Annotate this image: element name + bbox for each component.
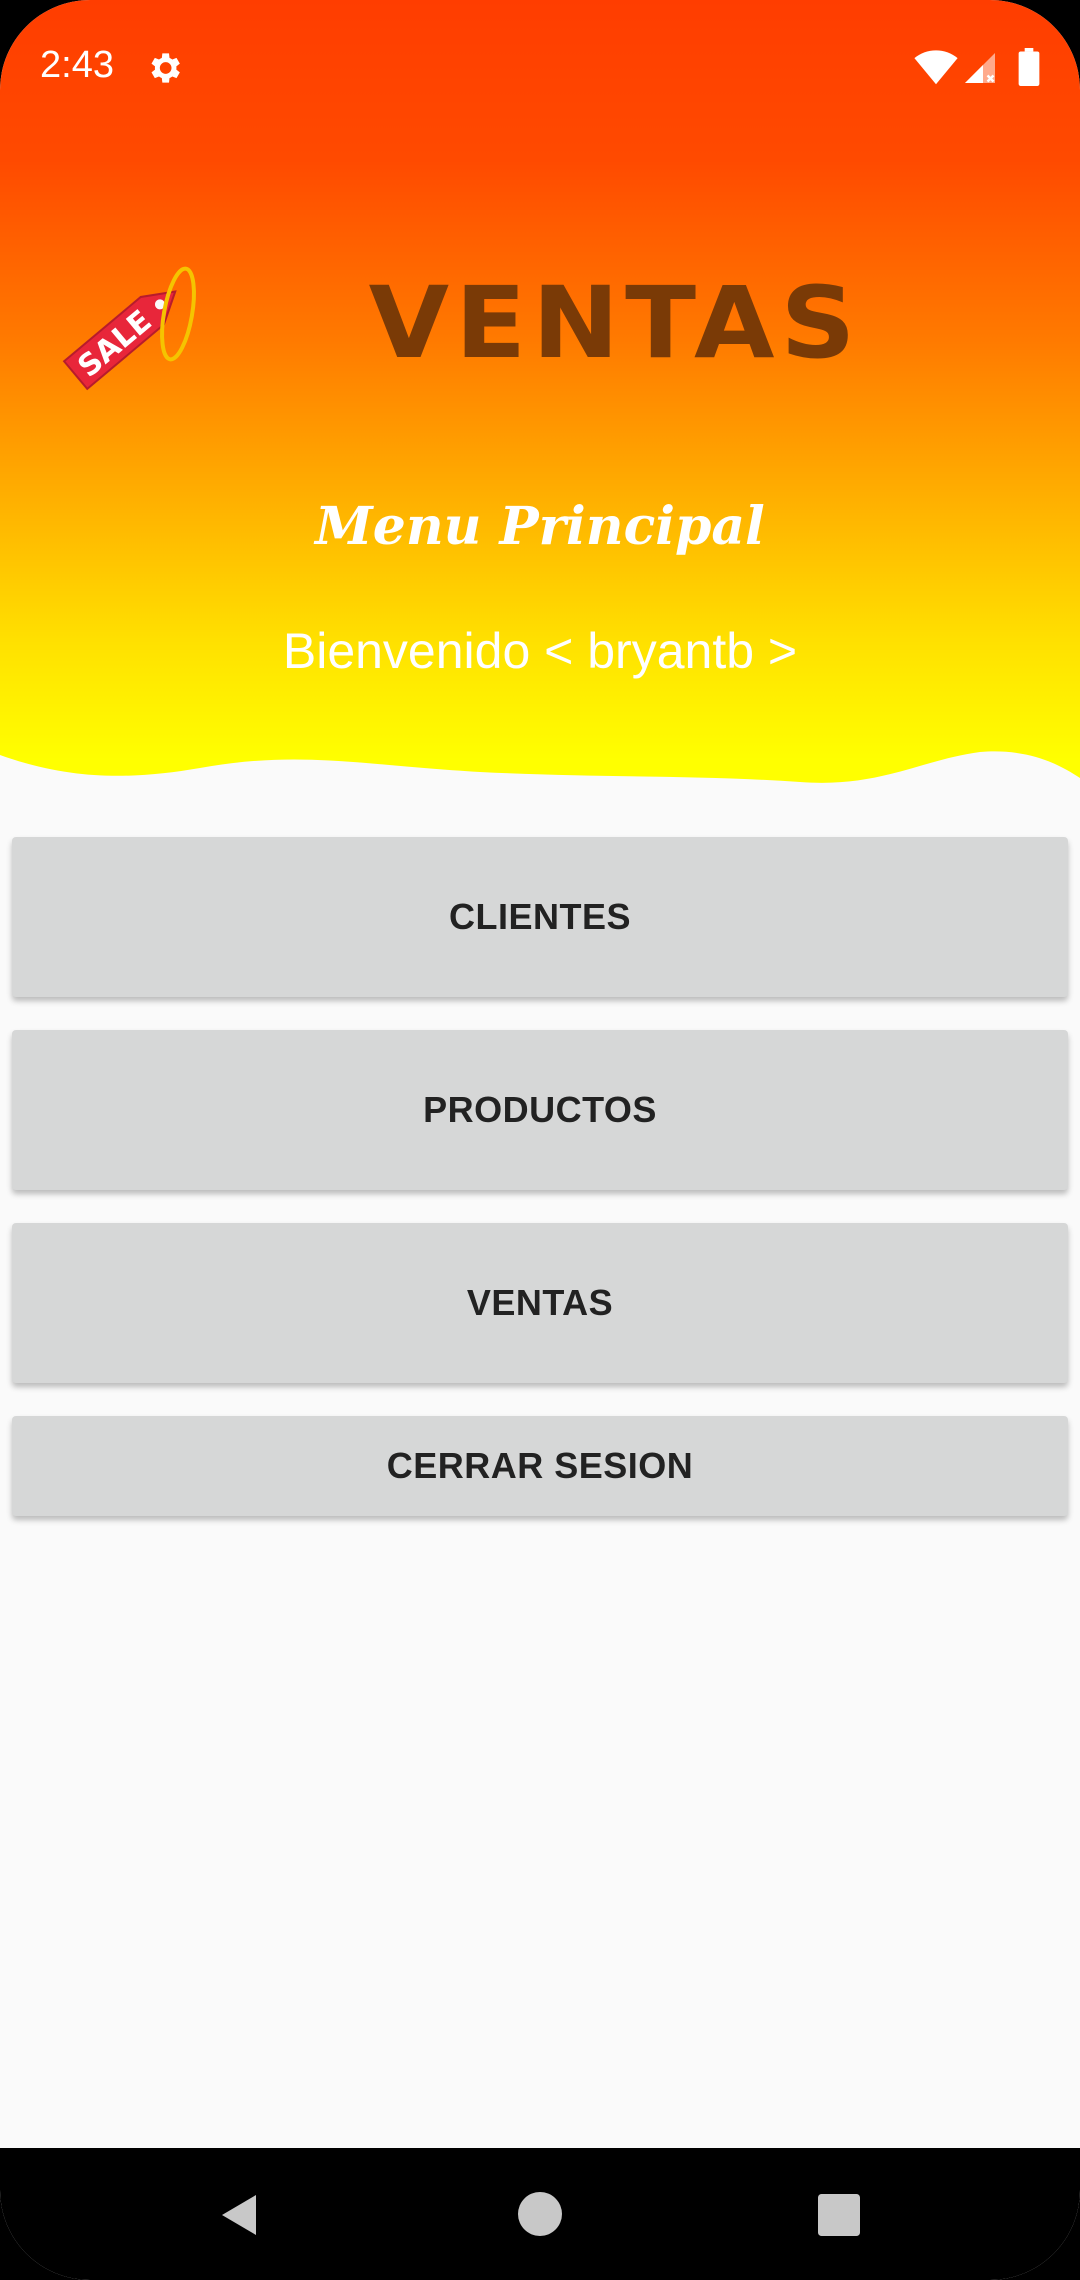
gear-icon	[151, 53, 180, 83]
status-bar: 2:43	[0, 0, 1080, 140]
home-icon[interactable]	[518, 2192, 562, 2236]
productos-button[interactable]: PRODUCTOS	[12, 1030, 1068, 1190]
cerrar-sesion-button[interactable]: CERRAR SESION	[12, 1416, 1068, 1516]
sale-tag-logo: SALE	[62, 266, 196, 391]
header-wave	[0, 751, 1080, 830]
battery-icon	[1018, 48, 1040, 86]
welcome-message: Bienvenido < bryantb >	[282, 623, 798, 679]
menu-subtitle: Menu Principal	[315, 496, 765, 557]
back-icon[interactable]	[216, 2190, 264, 2240]
app-title: VENTAS	[368, 265, 862, 381]
status-time: 2:43	[40, 44, 114, 86]
phone-screen: 2:43 SALE VENTAS Menu Principal Bienveni…	[0, 0, 1080, 2280]
ventas-button[interactable]: VENTAS	[12, 1223, 1068, 1383]
clientes-button[interactable]: CLIENTES	[12, 837, 1068, 997]
wifi-icon	[914, 50, 958, 85]
signal-icon	[965, 53, 995, 83]
recents-icon[interactable]	[818, 2194, 860, 2236]
navigation-bar	[0, 2148, 1080, 2280]
